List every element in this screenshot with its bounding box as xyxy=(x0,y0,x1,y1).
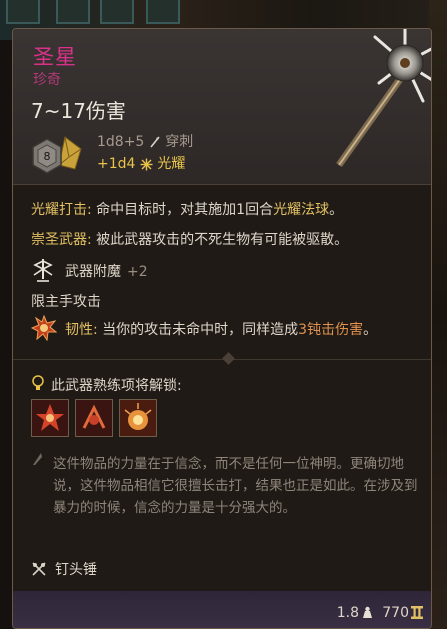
radiant-icon xyxy=(140,158,153,170)
action-skill-icon[interactable] xyxy=(119,399,157,437)
weapon-type: 钉头锤 xyxy=(55,562,97,578)
resilience-end: 。 xyxy=(363,322,378,338)
resilience-text: 当你的攻击未命中时，同样造成 xyxy=(97,322,299,338)
holy-weapon-title: 崇圣武器: xyxy=(31,232,92,248)
enchantment-line: 武器附魔 +2 xyxy=(65,261,148,281)
main-hand-only: 限主手攻击 xyxy=(31,294,101,310)
hotbar-slot[interactable] xyxy=(6,0,40,24)
proficiency-unlock-label: 此武器熟练项将解锁: xyxy=(51,378,182,394)
lore-quill-icon xyxy=(33,453,42,465)
primary-damage-line: 1d8+5 穿刺 xyxy=(97,131,193,151)
cleave-icon xyxy=(32,400,68,436)
primary-damage-type: 穿刺 xyxy=(165,134,194,150)
resilience-effect: 韧性: 当你的攻击未命中时，同样造成3钝击伤害。 xyxy=(65,319,377,339)
action-skill-icon[interactable] xyxy=(75,399,113,437)
radiant-orb-link[interactable]: 光耀法球 xyxy=(273,202,329,218)
radiant-strike-effect: 光耀打击: 命中目标时，对其施加1回合光耀法球。 xyxy=(31,199,343,219)
weapon-enchantment-icon xyxy=(33,259,53,282)
secondary-damage-type: 光耀 xyxy=(157,156,186,172)
header-divider xyxy=(13,184,431,185)
secondary-damage: +1d4 xyxy=(97,156,136,172)
item-lore-text: 这件物品的力量在于信念，而不是任何一位神明。更确切地说，这件物品相信它很擅长击打… xyxy=(53,456,418,516)
resilience-icon xyxy=(31,315,57,341)
radiant-strike-end: 。 xyxy=(329,202,344,218)
holy-weapon-text: 被此武器攻击的不死生物有可能被驱散。 xyxy=(91,232,349,248)
enchantment-value: +2 xyxy=(127,264,148,280)
weight-icon xyxy=(363,606,372,618)
secondary-damage-line: +1d4 光耀 xyxy=(97,153,185,173)
mace-type-icon xyxy=(32,562,46,576)
primary-damage: 1d8+5 xyxy=(97,134,145,150)
blunt-damage-link[interactable]: 3钝击伤害 xyxy=(298,322,363,338)
holy-weapon-effect: 崇圣武器: 被此武器攻击的不死生物有可能被驱散。 xyxy=(31,229,348,249)
action-skill-icon[interactable] xyxy=(31,399,69,437)
piercing-icon xyxy=(150,136,160,148)
morningstar-weapon-icon xyxy=(336,29,431,167)
radiant-strike-title: 光耀打击: xyxy=(31,202,92,218)
divider-ornament xyxy=(222,352,235,365)
topple-icon xyxy=(76,400,112,436)
dice-label: 8 xyxy=(44,150,51,163)
enchantment-label: 武器附魔 xyxy=(65,264,121,280)
tooltip-header: 圣星 珍奇 7~17伤害 8 1d8+5 穿刺 +1d4 光耀 xyxy=(13,29,431,184)
proficiency-unlock-icon xyxy=(32,375,44,390)
item-tooltip: 圣星 珍奇 7~17伤害 8 1d8+5 穿刺 +1d4 光耀 光耀打击: 命中… xyxy=(12,28,432,629)
radiant-strike-text: 命中目标时，对其施加1回合 xyxy=(91,202,274,218)
damage-dice-icon: 8 xyxy=(32,136,82,174)
damage-range: 7~17伤害 xyxy=(31,99,126,123)
item-price: 770 xyxy=(382,605,409,621)
item-weight: 1.8 xyxy=(336,605,359,621)
tooltip-footer: 1.8 770 xyxy=(13,591,431,628)
hotbar-slot[interactable] xyxy=(146,0,180,24)
hotbar-slot[interactable] xyxy=(56,0,90,24)
concussive-smash-icon xyxy=(120,400,156,436)
resilience-title: 韧性: xyxy=(65,322,98,338)
item-rarity: 珍奇 xyxy=(33,72,61,88)
item-name: 圣星 xyxy=(33,45,77,69)
gold-coin-icon xyxy=(411,606,423,619)
hotbar-slot[interactable] xyxy=(100,0,134,24)
